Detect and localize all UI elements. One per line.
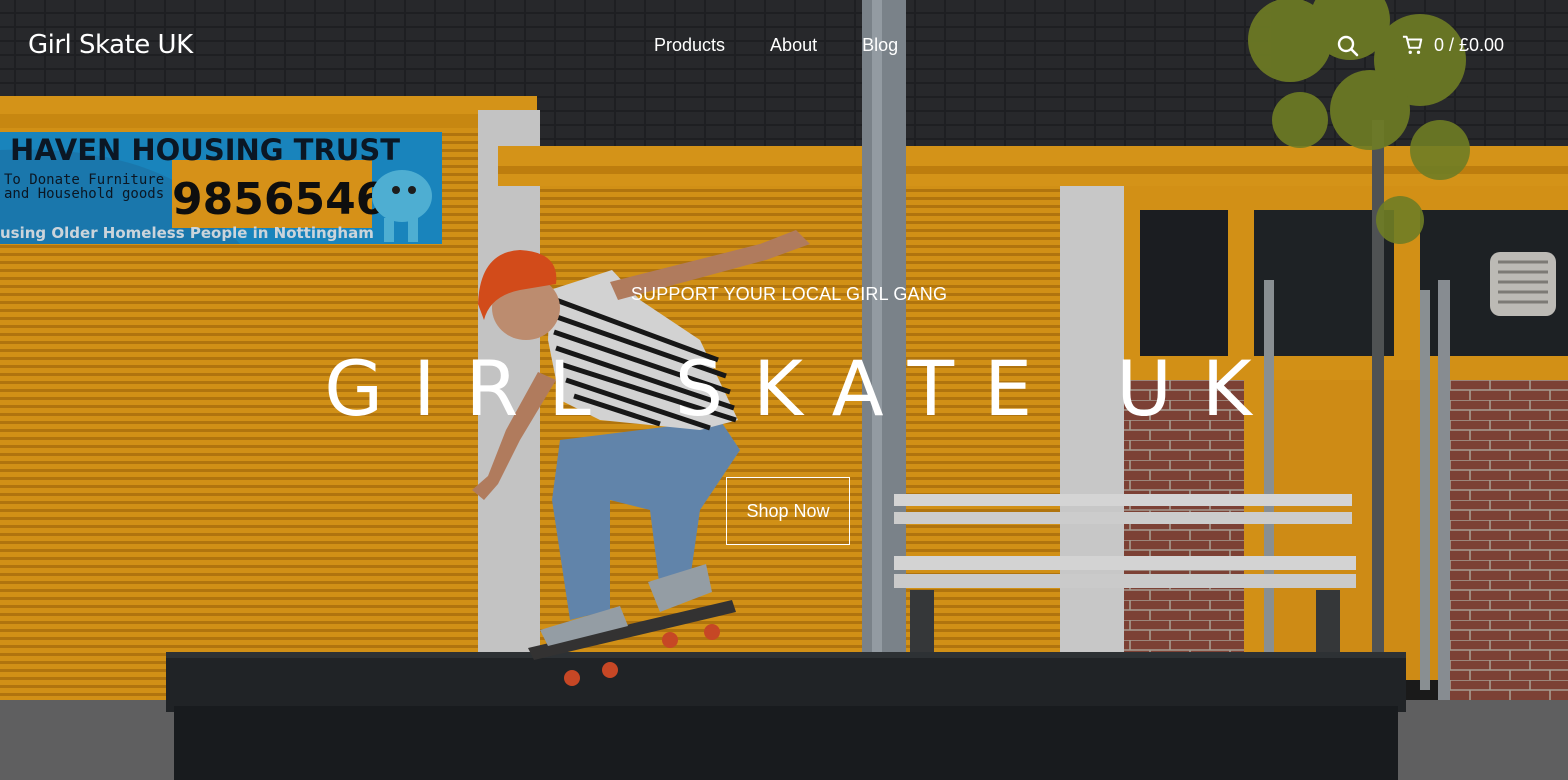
hero-section: HAVEN HOUSING TRUST To Donate Furniture … [0, 0, 1568, 780]
hero-eyebrow: SUPPORT YOUR LOCAL GIRL GANG [630, 284, 948, 304]
cart-icon [1402, 35, 1423, 54]
shop-now-button[interactable]: Shop Now [726, 477, 850, 545]
site-logo[interactable]: Girl Skate UK [28, 28, 193, 62]
main-nav: Products About Blog [654, 32, 943, 58]
cart-button[interactable]: 0 / £0.00 [1402, 32, 1504, 58]
hero-title: GIRL SKATE UK [324, 344, 1282, 433]
cart-total: 0 / £0.00 [1434, 35, 1505, 55]
search-button[interactable] [1336, 34, 1360, 58]
nav-item-about[interactable]: About [770, 32, 817, 58]
site-header: Girl Skate UK Products About Blog 0 / £0… [0, 0, 1568, 90]
search-icon [1337, 35, 1359, 57]
nav-item-products[interactable]: Products [654, 32, 725, 58]
nav-item-blog[interactable]: Blog [862, 32, 898, 58]
